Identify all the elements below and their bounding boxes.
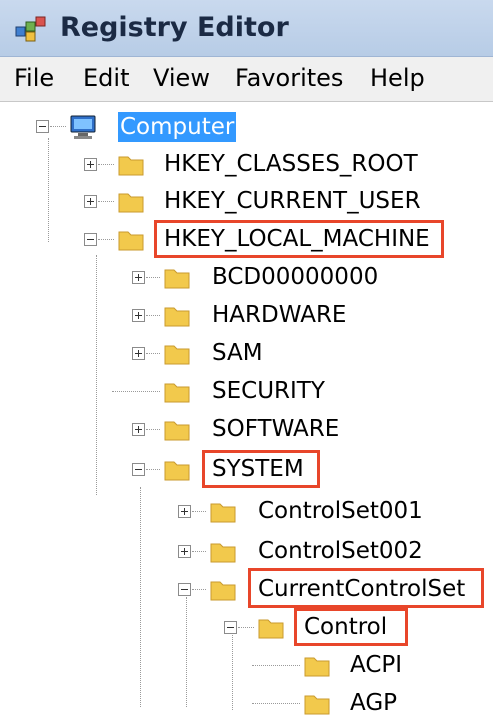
- folder-icon: [210, 503, 236, 523]
- tree-guide-line: [98, 201, 114, 203]
- tree-node-agp[interactable]: AGP: [0, 686, 493, 722]
- collapse-icon[interactable]: [132, 463, 145, 476]
- menu-bar: File Edit View Favorites Help: [0, 57, 493, 102]
- folder-icon: [164, 307, 190, 327]
- tree-label[interactable]: SOFTWARE: [212, 414, 339, 444]
- tree-node-hkey-current-user[interactable]: HKEY_CURRENT_USER: [0, 184, 493, 220]
- tree-guide-line: [238, 627, 254, 629]
- folder-icon: [118, 156, 144, 176]
- tree-node-acpi[interactable]: ACPI: [0, 648, 493, 684]
- tree-node-currentcontrolset[interactable]: CurrentControlSet: [0, 572, 493, 608]
- folder-icon: [304, 657, 330, 677]
- menu-file[interactable]: File: [14, 64, 54, 92]
- tree-guide-line: [146, 277, 160, 279]
- tree-node-hkey-classes-root[interactable]: HKEY_CLASSES_ROOT: [0, 147, 493, 183]
- tree-guide-line: [112, 391, 160, 393]
- tree-label[interactable]: CurrentControlSet: [258, 574, 465, 604]
- folder-icon: [164, 345, 190, 365]
- tree-guide-line: [50, 126, 66, 128]
- expand-icon[interactable]: [132, 423, 145, 436]
- tree-node-control[interactable]: Control: [0, 610, 493, 646]
- menu-favorites[interactable]: Favorites: [235, 64, 343, 92]
- collapse-icon[interactable]: [36, 120, 49, 133]
- tree-node-controlset001[interactable]: ControlSet001: [0, 494, 493, 530]
- collapse-icon[interactable]: [84, 233, 97, 246]
- computer-icon: [70, 115, 96, 139]
- folder-icon: [118, 231, 144, 251]
- tree-label[interactable]: AGP: [350, 688, 397, 718]
- tree-guide-line: [252, 665, 300, 667]
- expand-icon[interactable]: [132, 347, 145, 360]
- tree-label[interactable]: HKEY_CURRENT_USER: [164, 186, 421, 216]
- tree-node-software[interactable]: SOFTWARE: [0, 412, 493, 448]
- tree-label[interactable]: ControlSet002: [258, 536, 423, 566]
- folder-icon: [164, 269, 190, 289]
- expand-icon[interactable]: [178, 545, 191, 558]
- collapse-icon[interactable]: [224, 621, 237, 634]
- tree-label[interactable]: SYSTEM: [212, 454, 304, 484]
- menu-help[interactable]: Help: [370, 64, 425, 92]
- tree-guide-line: [146, 469, 160, 471]
- tree-label[interactable]: ControlSet001: [258, 496, 423, 526]
- tree-guide-line: [146, 353, 160, 355]
- tree-node-system[interactable]: SYSTEM: [0, 452, 493, 488]
- tree-guide-line: [192, 589, 206, 591]
- folder-icon: [164, 461, 190, 481]
- title-bar: Registry Editor: [0, 0, 493, 57]
- collapse-icon[interactable]: [178, 583, 191, 596]
- menu-edit[interactable]: Edit: [83, 64, 129, 92]
- tree-node-bcd[interactable]: BCD00000000: [0, 260, 493, 296]
- tree-guide-line: [192, 551, 206, 553]
- tree-label[interactable]: Control: [304, 612, 387, 642]
- window-title: Registry Editor: [60, 12, 289, 43]
- tree-label-computer[interactable]: Computer: [118, 112, 237, 142]
- tree-node-security[interactable]: SECURITY: [0, 374, 493, 410]
- folder-icon: [304, 695, 330, 715]
- tree-label[interactable]: ACPI: [350, 650, 402, 680]
- tree-node-hardware[interactable]: HARDWARE: [0, 298, 493, 334]
- folder-icon: [258, 619, 284, 639]
- tree-guide-line: [98, 239, 114, 241]
- tree-label[interactable]: SECURITY: [212, 376, 325, 406]
- folder-icon: [164, 383, 190, 403]
- expand-icon[interactable]: [132, 309, 145, 322]
- tree-guide-line: [192, 511, 206, 513]
- registry-tree[interactable]: Computer HKEY_CLASSES_ROOT HKEY_CURRENT_…: [0, 102, 493, 716]
- tree-node-computer[interactable]: Computer: [0, 110, 260, 146]
- tree-guide-line: [146, 429, 160, 431]
- registry-editor-icon: [15, 16, 46, 42]
- tree-node-sam[interactable]: SAM: [0, 336, 493, 372]
- tree-guide-line: [252, 703, 300, 705]
- tree-guide-line: [98, 164, 114, 166]
- expand-icon[interactable]: [178, 505, 191, 518]
- expand-icon[interactable]: [132, 271, 145, 284]
- tree-label[interactable]: HKEY_CLASSES_ROOT: [164, 149, 418, 179]
- folder-icon: [210, 543, 236, 563]
- tree-label[interactable]: HARDWARE: [212, 300, 346, 330]
- folder-icon: [164, 421, 190, 441]
- tree-label[interactable]: BCD00000000: [212, 262, 378, 292]
- expand-icon[interactable]: [84, 195, 97, 208]
- tree-label[interactable]: SAM: [212, 338, 263, 368]
- folder-icon: [210, 581, 236, 601]
- tree-guide-line: [146, 315, 160, 317]
- tree-node-controlset002[interactable]: ControlSet002: [0, 534, 493, 570]
- expand-icon[interactable]: [84, 158, 97, 171]
- folder-icon: [118, 193, 144, 213]
- tree-label[interactable]: HKEY_LOCAL_MACHINE: [164, 224, 430, 254]
- tree-node-hkey-local-machine[interactable]: HKEY_LOCAL_MACHINE: [0, 222, 493, 258]
- menu-view[interactable]: View: [153, 64, 210, 92]
